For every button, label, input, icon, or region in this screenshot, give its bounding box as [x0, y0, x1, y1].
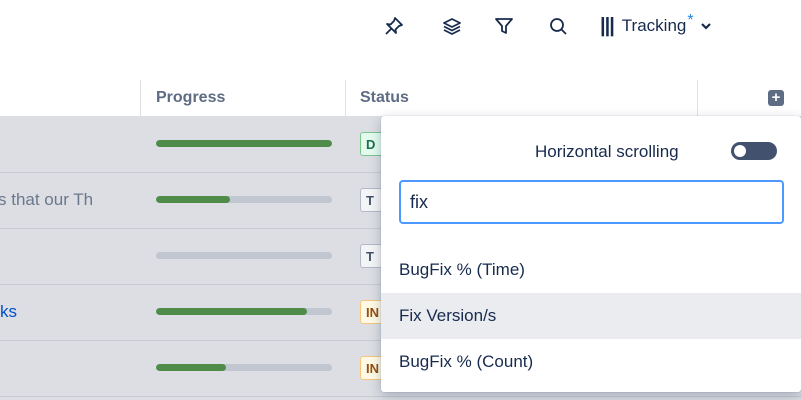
- column-option-fix-version[interactable]: Fix Version/s: [381, 293, 801, 339]
- modified-marker: *: [687, 12, 694, 29]
- column-option-bugfix-count[interactable]: BugFix % (Count): [381, 339, 801, 385]
- progress-bar: [156, 140, 332, 147]
- column-header-progress[interactable]: Progress: [156, 80, 225, 116]
- horizontal-scrolling-label: Horizontal scrolling: [535, 142, 679, 161]
- filter-icon[interactable]: [492, 14, 516, 38]
- issue-summary-link[interactable]: ks: [0, 284, 17, 340]
- column-chooser-popup: Horizontal scrolling BugFix % (Time) Fix…: [381, 116, 801, 392]
- add-column-button[interactable]: +: [768, 90, 784, 106]
- table-header: Progress Status +: [0, 80, 801, 117]
- column-search-input[interactable]: [399, 180, 784, 224]
- search-icon[interactable]: [546, 14, 570, 38]
- progress-bar: [156, 364, 332, 371]
- progress-bar: [156, 308, 332, 315]
- issue-summary: s that our Th: [0, 190, 94, 209]
- tracking-view-dropdown[interactable]: ||| Tracking *: [600, 12, 712, 40]
- tracking-label: Tracking: [621, 16, 687, 35]
- column-divider: [697, 80, 698, 116]
- progress-bar-fill: [156, 196, 230, 203]
- pin-icon[interactable]: [382, 14, 406, 38]
- progress-bar: [156, 252, 332, 259]
- column-option-bugfix-time[interactable]: BugFix % (Time): [381, 247, 801, 293]
- toggle-knob: [734, 145, 746, 157]
- columns-icon: |||: [600, 14, 615, 37]
- plus-icon: +: [771, 89, 781, 106]
- column-header-status[interactable]: Status: [360, 80, 409, 116]
- layers-icon[interactable]: [440, 14, 464, 38]
- column-divider: [345, 80, 346, 116]
- chevron-down-icon: [700, 23, 711, 30]
- toolbar: ||| Tracking *: [0, 0, 801, 52]
- horizontal-scrolling-toggle[interactable]: [731, 142, 777, 160]
- column-divider: [140, 80, 141, 116]
- progress-bar-fill: [156, 140, 332, 147]
- progress-bar: [156, 196, 332, 203]
- progress-bar-fill: [156, 308, 308, 315]
- progress-bar-fill: [156, 364, 227, 371]
